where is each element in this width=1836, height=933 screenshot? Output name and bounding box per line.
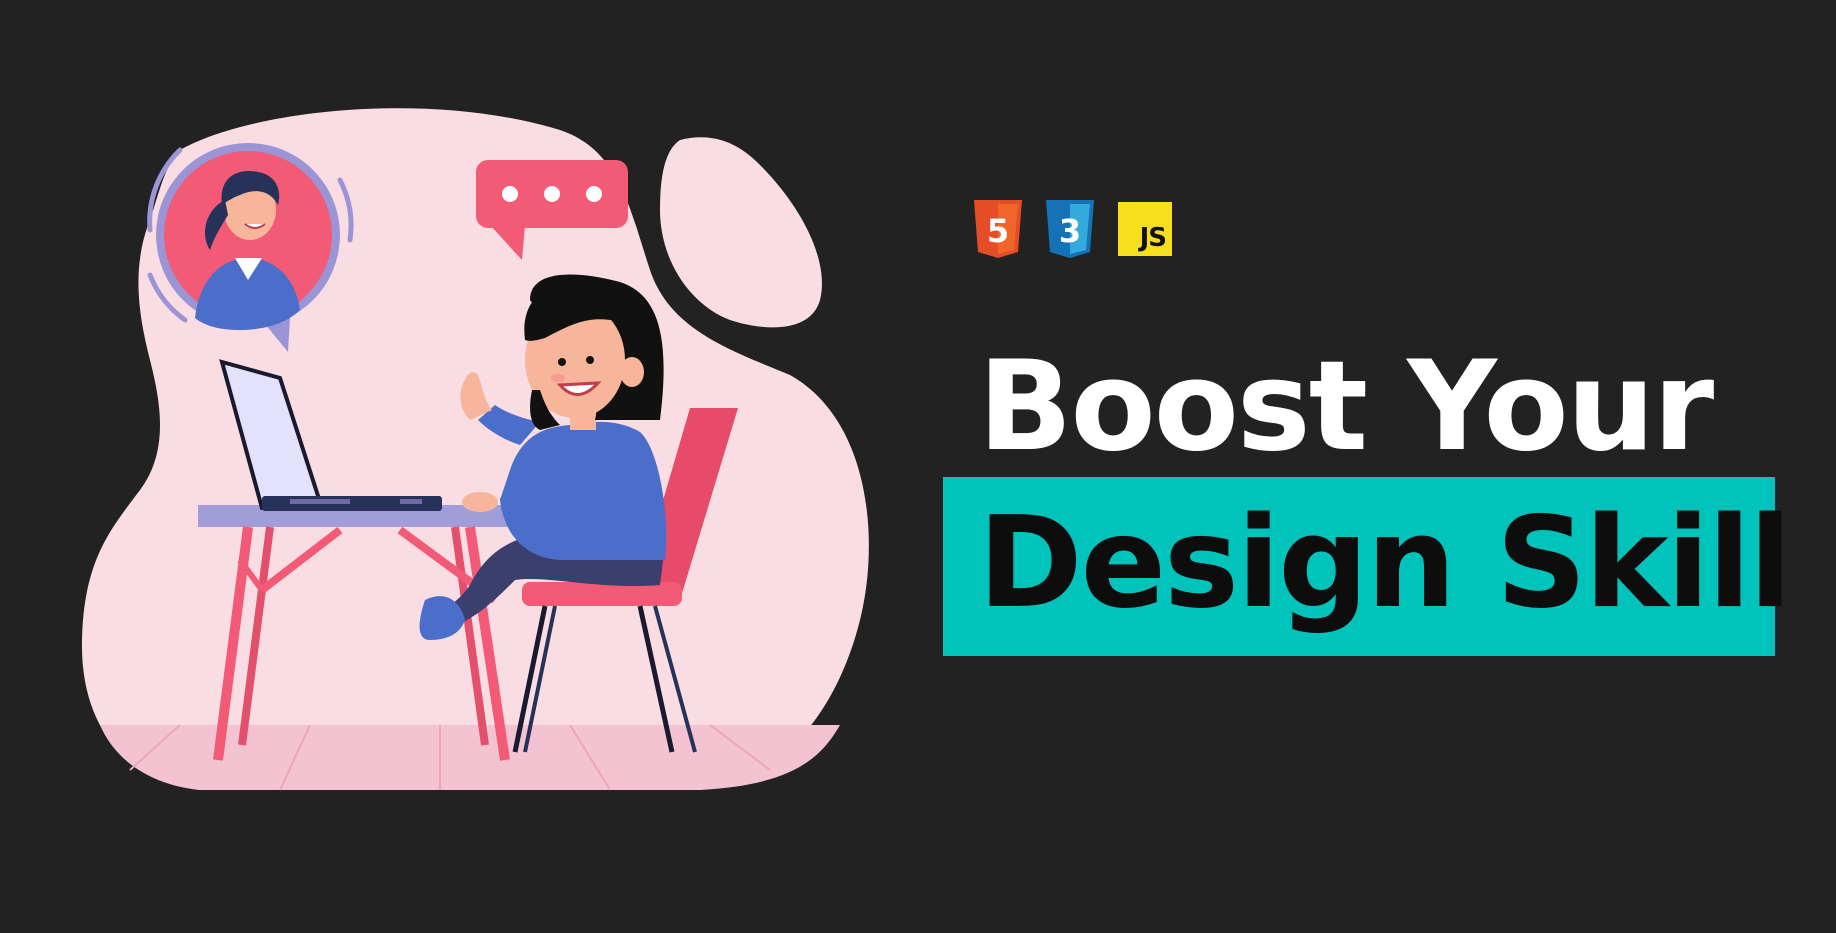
javascript-logo-label: JS [1139,223,1167,253]
svg-text:5: 5 [987,212,1009,250]
headline-line-2: Design Skill [978,489,1792,636]
background-blob-small [660,137,822,328]
tech-logos: 5 3 JS [972,200,1172,258]
svg-text:3: 3 [1059,212,1081,250]
banner: 5 3 JS Boost Your Design Skill [0,0,1836,933]
headline-line-1: Boost Your [978,335,1714,479]
css3-logo-icon: 3 [1044,200,1096,258]
floor [100,725,840,790]
html5-logo-icon: 5 [972,200,1024,258]
illustration [81,108,869,791]
javascript-logo-icon: JS [1118,202,1172,256]
